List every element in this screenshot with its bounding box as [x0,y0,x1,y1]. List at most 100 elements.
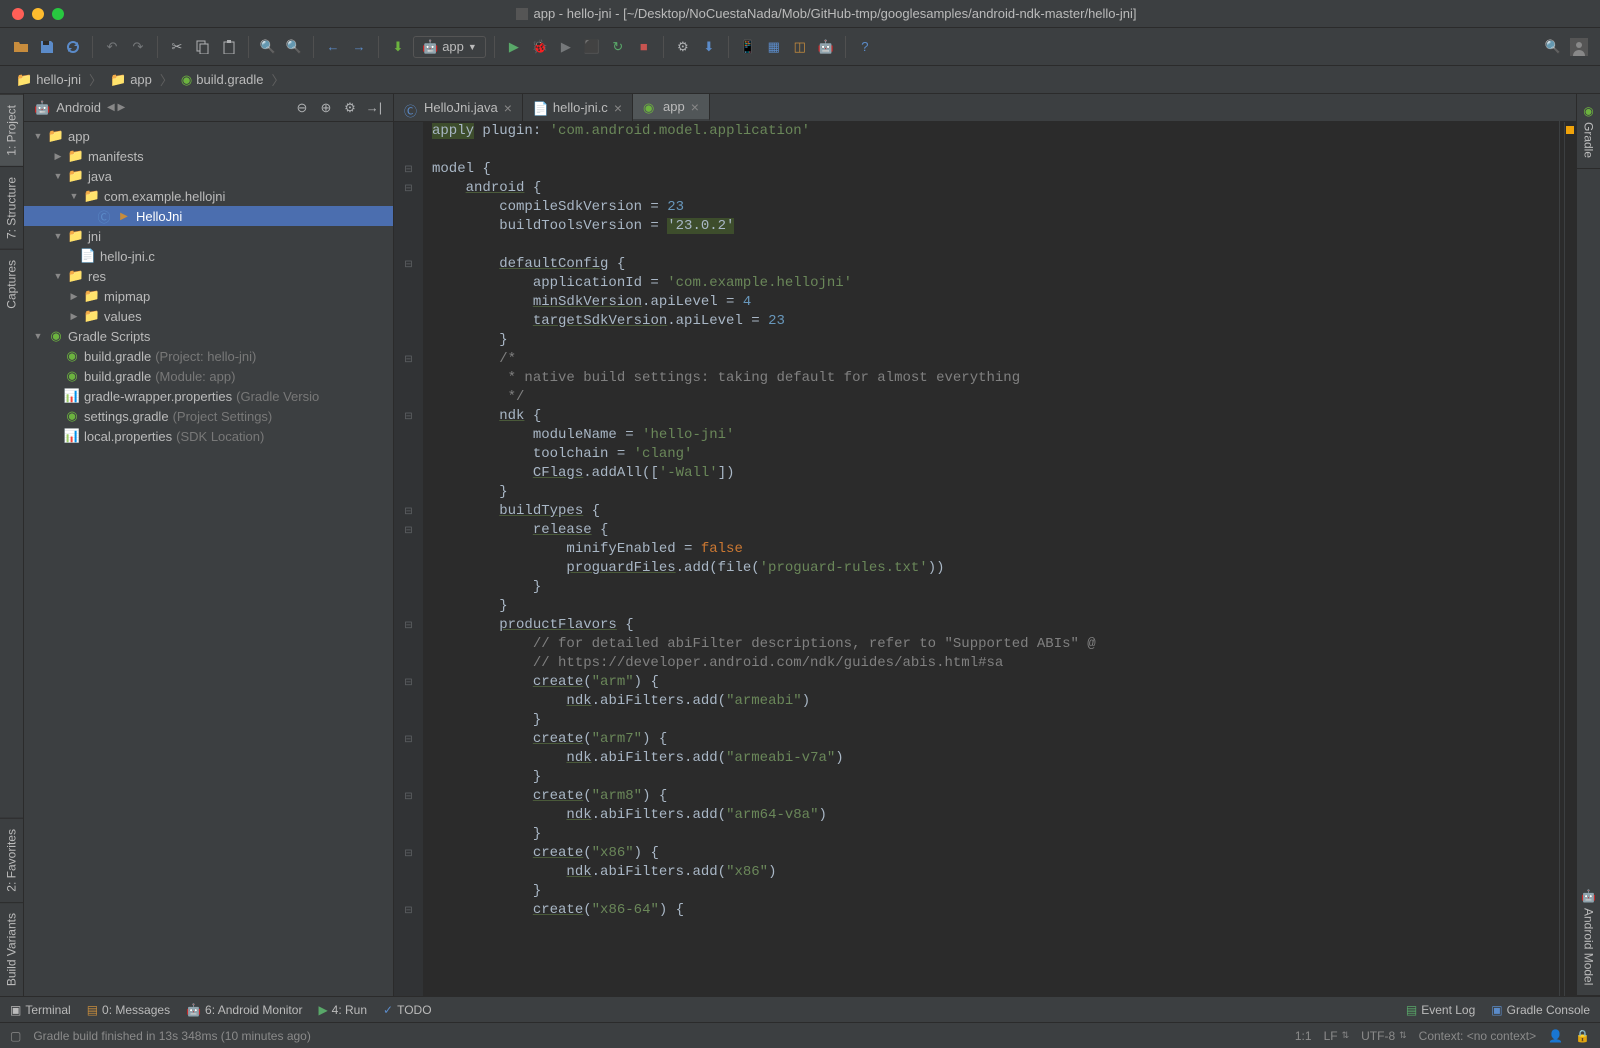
fold-icon[interactable]: ⊟ [404,259,412,270]
tree-item-gradle-scripts[interactable]: ▼◉Gradle Scripts [24,326,393,346]
fold-icon[interactable]: ⊟ [404,848,412,859]
fold-icon[interactable]: ⊟ [404,506,412,517]
todo-tool-button[interactable]: ✓TODO [383,1003,432,1017]
android-monitor-tool-button[interactable]: 🤖6: Android Monitor [186,1003,302,1017]
undo-icon[interactable]: ↶ [101,36,123,58]
theme-icon[interactable]: ◫ [789,36,811,58]
gradle-console-tool-button[interactable]: ▣Gradle Console [1491,1003,1590,1017]
tree-item-gradle-wrapper[interactable]: 📊gradle-wrapper.properties (Gradle Versi… [24,386,393,406]
fold-icon[interactable]: ⊟ [404,164,412,175]
fold-icon[interactable]: ⊟ [404,791,412,802]
replace-icon[interactable]: 🔍 [283,36,305,58]
coverage-icon[interactable]: ▶ [555,36,577,58]
lock-icon[interactable]: 🔒 [1575,1029,1590,1043]
settings-icon[interactable]: ⚙ [341,99,359,117]
close-tab-icon[interactable]: × [504,100,512,116]
stop-icon[interactable]: ■ [633,36,655,58]
cursor-position[interactable]: 1:1 [1295,1029,1312,1043]
run-config-dropdown[interactable]: 🤖 app ▼ [413,36,486,58]
copy-icon[interactable] [192,36,214,58]
tree-item-settings-gradle[interactable]: ◉settings.gradle (Project Settings) [24,406,393,426]
sync-icon[interactable] [62,36,84,58]
breadcrumb-item[interactable]: 📁 hello-jni [10,70,87,90]
tree-item-java[interactable]: ▼📁java [24,166,393,186]
captures-tool-button[interactable]: Captures [0,249,23,319]
tree-item-manifests[interactable]: ▶📁manifests [24,146,393,166]
fold-icon[interactable]: ⊟ [404,905,412,916]
project-tool-button[interactable]: 1: Project [0,94,23,166]
redo-icon[interactable]: ↷ [127,36,149,58]
tree-item-res[interactable]: ▼📁res [24,266,393,286]
close-tab-icon[interactable]: × [614,100,622,116]
paste-icon[interactable] [218,36,240,58]
close-tab-icon[interactable]: × [691,99,699,115]
search-everywhere-icon[interactable]: 🔍 [1542,36,1564,58]
build-variants-tool-button[interactable]: Build Variants [0,902,23,996]
user-icon[interactable] [1568,36,1590,58]
tree-item-hellojni-class[interactable]: Ⓒ▶HelloJni [24,206,393,226]
cut-icon[interactable]: ✂ [166,36,188,58]
open-icon[interactable] [10,36,32,58]
view-nav-icons[interactable]: ◀ ▶ [107,102,125,113]
editor-tab-hellojni-java[interactable]: Ⓒ HelloJni.java × [394,94,523,121]
gradle-tool-button[interactable]: ◉Gradle [1577,94,1600,169]
tree-item-hellojni-c[interactable]: 📄hello-jni.c [24,246,393,266]
fold-icon[interactable]: ⊟ [404,734,412,745]
hide-icon[interactable]: →| [365,99,383,117]
tree-item-jni[interactable]: ▼📁jni [24,226,393,246]
find-icon[interactable]: 🔍 [257,36,279,58]
context-selector[interactable]: Context: <no context> [1419,1029,1536,1043]
favorites-tool-button[interactable]: 2: Favorites [0,818,23,902]
editor-tab-app-gradle[interactable]: ◉ app × [633,94,710,121]
editor-gutter[interactable]: ⊟ ⊟ ⊟ ⊟ ⊟ ⊟ ⊟ ⊟ ⊟ ⊟ ⊟ ⊟ [394,122,424,996]
fold-icon[interactable]: ⊟ [404,183,412,194]
tree-item-local-properties[interactable]: 📊local.properties (SDK Location) [24,426,393,446]
fold-icon[interactable]: ⊟ [404,411,412,422]
inspection-icon[interactable]: 👤 [1548,1029,1563,1043]
project-tree[interactable]: ▼📁app ▶📁manifests ▼📁java ▼📁com.example.h… [24,122,393,996]
fold-icon[interactable]: ⊟ [404,354,412,365]
attach-icon[interactable]: ⬛ [581,36,603,58]
tree-item-mipmap[interactable]: ▶📁mipmap [24,286,393,306]
fold-icon[interactable]: ⊟ [404,677,412,688]
structure-tool-button[interactable]: 7: Structure [0,166,23,249]
breadcrumb-item[interactable]: 📁 app [104,70,158,90]
warning-marker[interactable] [1566,126,1574,134]
restart-icon[interactable]: ↻ [607,36,629,58]
minimize-window-button[interactable] [32,8,44,20]
tree-item-build-gradle-project[interactable]: ◉build.gradle (Project: hello-jni) [24,346,393,366]
tree-item-package[interactable]: ▼📁com.example.hellojni [24,186,393,206]
save-icon[interactable] [36,36,58,58]
run-icon[interactable]: ▶ [503,36,525,58]
event-log-tool-button[interactable]: ▤Event Log [1406,1003,1475,1017]
android-robot-icon[interactable]: 🤖 [815,36,837,58]
editor-tab-hellojni-c[interactable]: 📄 hello-jni.c × [523,94,633,121]
android-model-tool-button[interactable]: 🤖Android Model [1577,879,1600,996]
fold-icon[interactable]: ⊟ [404,525,412,536]
tree-item-values[interactable]: ▶📁values [24,306,393,326]
error-stripe[interactable] [1564,122,1576,996]
forward-icon[interactable]: → [348,36,370,58]
sdk-icon[interactable]: ⬇ [698,36,720,58]
target-icon[interactable]: ⊕ [317,99,335,117]
avd-icon[interactable]: ⚙ [672,36,694,58]
status-icon[interactable]: ▢ [10,1029,21,1043]
encoding[interactable]: UTF-8⇅ [1361,1029,1407,1043]
tree-item-build-gradle-app[interactable]: ◉build.gradle (Module: app) [24,366,393,386]
project-view-label[interactable]: Android [56,100,101,115]
line-separator[interactable]: LF⇅ [1324,1029,1350,1043]
terminal-tool-button[interactable]: ▣Terminal [10,1003,71,1017]
make-icon[interactable]: ⬇ [387,36,409,58]
run-tool-button[interactable]: ▶4: Run [318,1003,367,1017]
help-icon[interactable]: ? [854,36,876,58]
back-icon[interactable]: ← [322,36,344,58]
debug-icon[interactable]: 🐞 [529,36,551,58]
device-icon[interactable]: 📱 [737,36,759,58]
fold-icon[interactable]: ⊟ [404,620,412,631]
collapse-all-icon[interactable]: ⊖ [293,99,311,117]
maximize-window-button[interactable] [52,8,64,20]
code-area[interactable]: apply plugin: 'com.android.model.applica… [424,122,1564,996]
breadcrumb-item[interactable]: ◉ build.gradle [175,70,270,90]
messages-tool-button[interactable]: ▤0: Messages [87,1003,170,1017]
editor-content[interactable]: ⊟ ⊟ ⊟ ⊟ ⊟ ⊟ ⊟ ⊟ ⊟ ⊟ ⊟ ⊟ [394,122,1576,996]
